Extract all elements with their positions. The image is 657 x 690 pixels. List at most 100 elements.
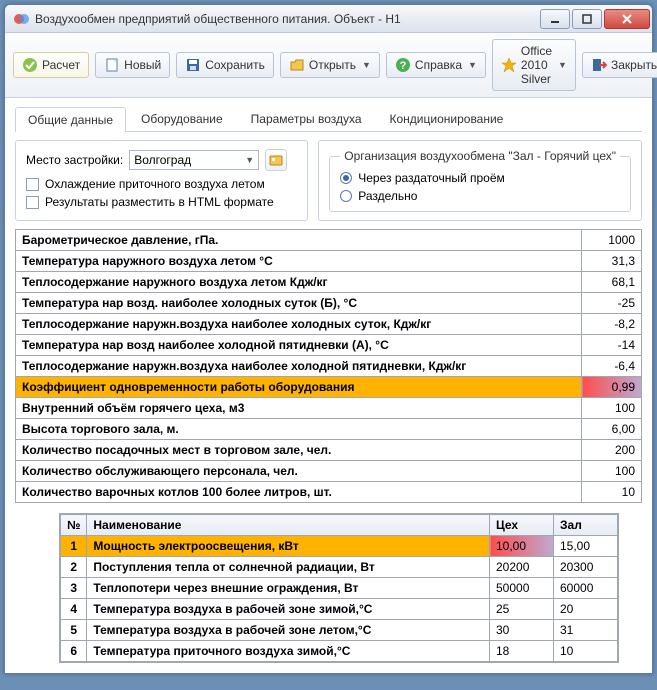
param-value[interactable]: -14: [582, 335, 642, 356]
grid-ceh[interactable]: 30: [490, 620, 554, 641]
theme-button[interactable]: Office 2010 Silver ▼: [492, 39, 576, 91]
grid-zal[interactable]: 60000: [554, 578, 618, 599]
tab-conditioning[interactable]: Кондиционирование: [377, 106, 517, 131]
col-name[interactable]: Наименование: [87, 515, 490, 536]
grid-num: 6: [61, 641, 87, 662]
param-label: Температура наружного воздуха летом °С: [16, 251, 582, 272]
grid-row[interactable]: 6Температура приточного воздуха зимой,°С…: [61, 641, 618, 662]
grid-row[interactable]: 1Мощность электроосвещения, кВт10,0015,0…: [61, 536, 618, 557]
tab-air-params[interactable]: Параметры воздуха: [238, 106, 375, 131]
new-icon: [104, 57, 120, 73]
param-row[interactable]: Количество обслуживающего персонала, чел…: [16, 461, 642, 482]
param-value[interactable]: -25: [582, 293, 642, 314]
org-opt2-row[interactable]: Раздельно: [340, 189, 620, 203]
grid-zal[interactable]: 20: [554, 599, 618, 620]
param-label: Количество обслуживающего персонала, чел…: [16, 461, 582, 482]
param-value[interactable]: 200: [582, 440, 642, 461]
open-label: Открыть: [309, 58, 356, 72]
param-label: Теплосодержание наружн.воздуха наиболее …: [16, 314, 582, 335]
param-value[interactable]: 1000: [582, 230, 642, 251]
param-row[interactable]: Температура наружного воздуха летом °С31…: [16, 251, 642, 272]
calc-button[interactable]: Расчет: [13, 52, 89, 78]
param-value[interactable]: 0,99: [582, 377, 642, 398]
grid-ceh[interactable]: 25: [490, 599, 554, 620]
param-value[interactable]: 31,3: [582, 251, 642, 272]
new-label: Новый: [124, 58, 161, 72]
param-value[interactable]: -8,2: [582, 314, 642, 335]
col-num[interactable]: №: [61, 515, 87, 536]
param-row[interactable]: Высота торгового зала, м.6,00: [16, 419, 642, 440]
help-label: Справка: [415, 58, 462, 72]
checkbox-icon: [26, 178, 39, 191]
grid-name: Температура воздуха в рабочей зоне зимой…: [87, 599, 490, 620]
html-results-label: Результаты разместить в HTML формате: [45, 195, 274, 209]
svg-text:?: ?: [400, 60, 407, 72]
new-button[interactable]: Новый: [95, 52, 170, 78]
grid-zal[interactable]: 20300: [554, 557, 618, 578]
grid-row[interactable]: 2Поступления тепла от солнечной радиации…: [61, 557, 618, 578]
check-icon: [22, 57, 38, 73]
param-value[interactable]: 100: [582, 398, 642, 419]
param-row[interactable]: Количество посадочных мест в торговом за…: [16, 440, 642, 461]
radio-checked-icon: [340, 172, 352, 184]
param-row[interactable]: Внутренний объём горячего цеха, м3100: [16, 398, 642, 419]
data-grid[interactable]: № Наименование Цех Зал 1Мощность электро…: [60, 514, 618, 662]
cool-supply-row[interactable]: Охлаждение приточного воздуха летом: [26, 177, 297, 191]
organization-group: Организация воздухообмена "Зал - Горячий…: [329, 149, 631, 212]
save-button[interactable]: Сохранить: [176, 52, 274, 78]
help-button[interactable]: ? Справка ▼: [386, 52, 486, 78]
param-row[interactable]: Теплосодержание наружн.воздуха наиболее …: [16, 314, 642, 335]
tab-general[interactable]: Общие данные: [15, 107, 126, 132]
grid-ceh[interactable]: 50000: [490, 578, 554, 599]
tab-equipment[interactable]: Оборудование: [128, 106, 236, 131]
grid-wrap: № Наименование Цех Зал 1Мощность электро…: [59, 513, 619, 663]
open-button[interactable]: Открыть ▼: [280, 52, 380, 78]
org-opt1-row[interactable]: Через раздаточный проём: [340, 171, 620, 185]
grid-ceh[interactable]: 20200: [490, 557, 554, 578]
grid-name: Теплопотери через внешние ограждения, Вт: [87, 578, 490, 599]
tab-bar: Общие данные Оборудование Параметры возд…: [15, 106, 642, 132]
grid-zal[interactable]: 31: [554, 620, 618, 641]
param-row[interactable]: Температура нар возд наиболее холодной п…: [16, 335, 642, 356]
grid-name: Температура воздуха в рабочей зоне летом…: [87, 620, 490, 641]
param-value[interactable]: 10: [582, 482, 642, 503]
grid-row[interactable]: 3Теплопотери через внешние ограждения, В…: [61, 578, 618, 599]
param-label: Высота торгового зала, м.: [16, 419, 582, 440]
location-combo[interactable]: Волгоград ▼: [129, 150, 259, 170]
app-icon: [13, 11, 29, 27]
param-row[interactable]: Теплосодержание наружного воздуха летом …: [16, 272, 642, 293]
organization-panel: Организация воздухообмена "Зал - Горячий…: [318, 140, 642, 221]
param-row[interactable]: Температура нар возд. наиболее холодных …: [16, 293, 642, 314]
close-window-button[interactable]: [604, 9, 650, 29]
param-value[interactable]: 6,00: [582, 419, 642, 440]
html-results-row[interactable]: Результаты разместить в HTML формате: [26, 195, 297, 209]
param-value[interactable]: -6,4: [582, 356, 642, 377]
open-icon: [289, 57, 305, 73]
organization-legend: Организация воздухообмена "Зал - Горячий…: [340, 149, 620, 163]
radio-icon: [340, 190, 352, 202]
grid-row[interactable]: 5Температура воздуха в рабочей зоне лето…: [61, 620, 618, 641]
grid-ceh[interactable]: 10,00: [490, 536, 554, 557]
grid-zal[interactable]: 15,00: [554, 536, 618, 557]
grid-zal[interactable]: 10: [554, 641, 618, 662]
location-label: Место застройки:: [26, 153, 123, 167]
param-row[interactable]: Количество варочных котлов 100 более лит…: [16, 482, 642, 503]
titlebar: Воздухообмен предприятий общественного п…: [5, 5, 652, 33]
close-button[interactable]: Закрыть: [582, 52, 657, 78]
param-value[interactable]: 68,1: [582, 272, 642, 293]
col-zal[interactable]: Зал: [554, 515, 618, 536]
minimize-button[interactable]: [540, 9, 570, 29]
chevron-down-icon: ▼: [362, 60, 371, 70]
param-row[interactable]: Барометрическое давление, гПа.1000: [16, 230, 642, 251]
param-row[interactable]: Коэффициент одновременности работы обору…: [16, 377, 642, 398]
maximize-button[interactable]: [572, 9, 602, 29]
param-value[interactable]: 100: [582, 461, 642, 482]
col-ceh[interactable]: Цех: [490, 515, 554, 536]
grid-row[interactable]: 4Температура воздуха в рабочей зоне зимо…: [61, 599, 618, 620]
param-row[interactable]: Теплосодержание наружн.воздуха наиболее …: [16, 356, 642, 377]
grid-num: 4: [61, 599, 87, 620]
checkbox-icon: [26, 196, 39, 209]
param-label: Внутренний объём горячего цеха, м3: [16, 398, 582, 419]
grid-ceh[interactable]: 18: [490, 641, 554, 662]
location-edit-button[interactable]: [265, 149, 287, 171]
